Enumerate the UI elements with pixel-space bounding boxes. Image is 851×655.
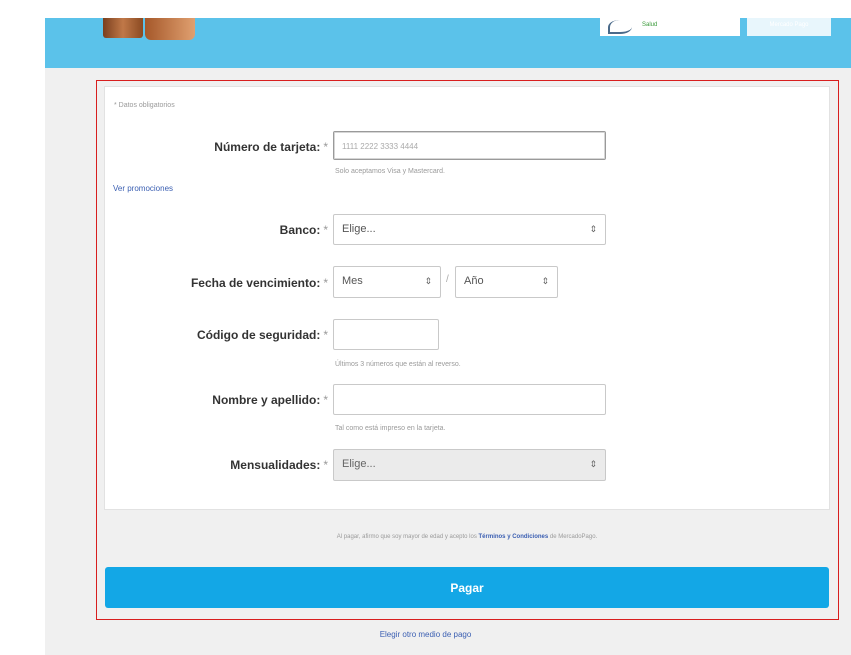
pay-button[interactable]: Pagar — [105, 567, 829, 608]
security-code-input[interactable] — [333, 319, 439, 350]
select-arrows-icon: ⇕ — [589, 224, 597, 234]
expiry-label: Fecha de vencimiento: * — [190, 276, 328, 290]
header-brand-box: Salud — [600, 18, 740, 36]
select-arrows-icon: ⇕ — [541, 276, 549, 286]
other-payment-method-link[interactable]: Elegir otro medio de pago — [0, 630, 851, 639]
full-name-label: Nombre y apellido: * — [212, 393, 328, 407]
installments-label: Mensualidades: * — [230, 458, 328, 472]
expiry-separator: / — [446, 274, 449, 285]
header-brand-text: Salud — [642, 22, 658, 28]
required-fields-note: * Datos obligatorios — [114, 102, 175, 109]
leaf-icon — [608, 20, 632, 34]
select-arrows-icon: ⇕ — [589, 459, 597, 469]
installments-select[interactable]: Elige... ⇕ — [333, 449, 606, 481]
security-code-hint: Últimos 3 números que están al reverso. — [335, 361, 461, 368]
header-right-button[interactable]: Mercado Pago — [747, 18, 831, 36]
expiry-year-select[interactable]: Año ⇕ — [455, 266, 558, 298]
bank-label: Banco: * — [279, 223, 328, 237]
bank-select[interactable]: Elige... ⇕ — [333, 214, 606, 245]
header-product-image — [145, 18, 195, 40]
card-number-label: Número de tarjeta: * — [214, 140, 328, 154]
promotions-link[interactable]: Ver promociones — [113, 184, 173, 193]
card-number-hint: Solo aceptamos Visa y Mastercard. — [335, 168, 445, 175]
terms-text: Al pagar, afirmo que soy mayor de edad y… — [336, 534, 598, 540]
header-thumbnail — [103, 18, 143, 38]
terms-link[interactable]: Términos y Condiciones — [479, 534, 549, 540]
full-name-input[interactable] — [333, 384, 606, 415]
expiry-month-select[interactable]: Mes ⇕ — [333, 266, 441, 298]
full-name-hint: Tal como está impreso en la tarjeta. — [335, 425, 446, 432]
security-code-label: Código de seguridad: * — [196, 328, 328, 342]
site-header: Salud Mercado Pago — [45, 18, 851, 68]
select-arrows-icon: ⇕ — [424, 276, 432, 286]
card-number-input[interactable]: 1111 2222 3333 4444 — [333, 131, 606, 160]
